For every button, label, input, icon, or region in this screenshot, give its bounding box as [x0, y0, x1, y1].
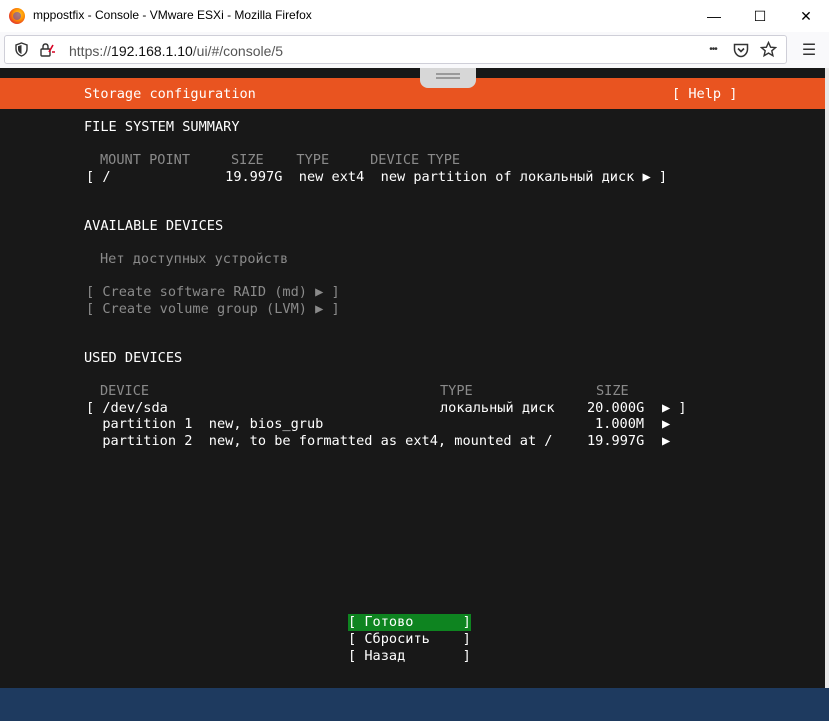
console-bottom-bar [0, 688, 829, 721]
available-devices-heading: AVAILABLE DEVICES [84, 218, 224, 234]
window-titlebar: mppostfix - Console - VMware ESXi - Mozi… [0, 0, 829, 32]
url-host: 192.168.1.10 [111, 43, 193, 59]
console-top-strip [0, 68, 825, 78]
header-title: Storage configuration [84, 86, 256, 102]
device-size: 20.000G [587, 400, 645, 416]
pocket-icon[interactable] [732, 41, 750, 59]
help-button[interactable]: [ Help ] [672, 86, 737, 103]
fs-summary-heading: FILE SYSTEM SUMMARY [84, 119, 240, 135]
create-lvm-button[interactable]: [ Create volume group (LVM) ▶ ] [86, 301, 340, 318]
handle-grip [436, 73, 460, 75]
close-button[interactable]: ✕ [783, 0, 829, 32]
firefox-logo-icon [9, 8, 25, 24]
url-bar[interactable]: https://192.168.1.10/ui/#/console/5 ••• [4, 35, 787, 64]
device-size: 19.997G [587, 433, 645, 449]
device-menu-arrow[interactable]: ▶ [662, 433, 670, 450]
done-button[interactable]: [ Готово ] [348, 614, 471, 631]
url-scheme: https:// [69, 43, 112, 59]
minimize-button[interactable]: — [691, 0, 737, 32]
used-col-type: TYPE [440, 383, 473, 399]
minimize-icon: — [707, 8, 721, 24]
fs-summary-columns: MOUNT POINT SIZE TYPE DEVICE TYPE [100, 152, 461, 168]
device-size: 1.000M [595, 416, 645, 432]
device-name: partition 2 new, to be formatted as ext4… [86, 433, 553, 449]
used-col-device: DEVICE [100, 383, 150, 399]
reset-button[interactable]: [ Сбросить ] [348, 631, 471, 648]
handle-grip [436, 77, 460, 79]
used-col-size: SIZE [596, 383, 629, 399]
create-raid-button[interactable]: [ Create software RAID (md) ▶ ] [86, 284, 340, 301]
no-devices-text: Нет доступных устройств [100, 251, 289, 267]
navigation-toolbar: https://192.168.1.10/ui/#/console/5 ••• … [0, 32, 829, 68]
vm-console[interactable]: Storage configuration [ Help ] FILE SYST… [0, 68, 825, 688]
maximize-icon: ☐ [753, 7, 767, 24]
back-button[interactable]: [ Назад ] [348, 648, 471, 665]
url-path: /ui/#/console/5 [192, 43, 284, 59]
window-title: mppostfix - Console - VMware ESXi - Mozi… [33, 8, 312, 22]
lock-warning-icon[interactable] [38, 41, 56, 58]
close-icon: ✕ [800, 7, 812, 24]
console-side-edge [825, 68, 829, 688]
used-devices-heading: USED DEVICES [84, 350, 183, 366]
page-actions-icon[interactable]: ••• [702, 41, 724, 58]
device-type: локальный диск [440, 400, 555, 416]
url-text[interactable]: https://192.168.1.10/ui/#/console/5 [69, 43, 283, 59]
console-toolbar-handle[interactable] [420, 68, 476, 88]
app-menu-icon[interactable]: ☰ [797, 41, 821, 59]
device-name: partition 1 new, bios_grub [86, 416, 324, 432]
shield-icon[interactable] [13, 41, 29, 58]
device-name: [ /dev/sda [86, 400, 168, 416]
maximize-button[interactable]: ☐ [737, 0, 783, 32]
fs-summary-row[interactable]: [ / 19.997G new ext4 new partition of ло… [86, 169, 667, 186]
device-menu-arrow[interactable]: ▶ ] [662, 400, 687, 417]
device-menu-arrow[interactable]: ▶ [662, 416, 670, 433]
bookmark-star-icon[interactable] [758, 40, 778, 59]
